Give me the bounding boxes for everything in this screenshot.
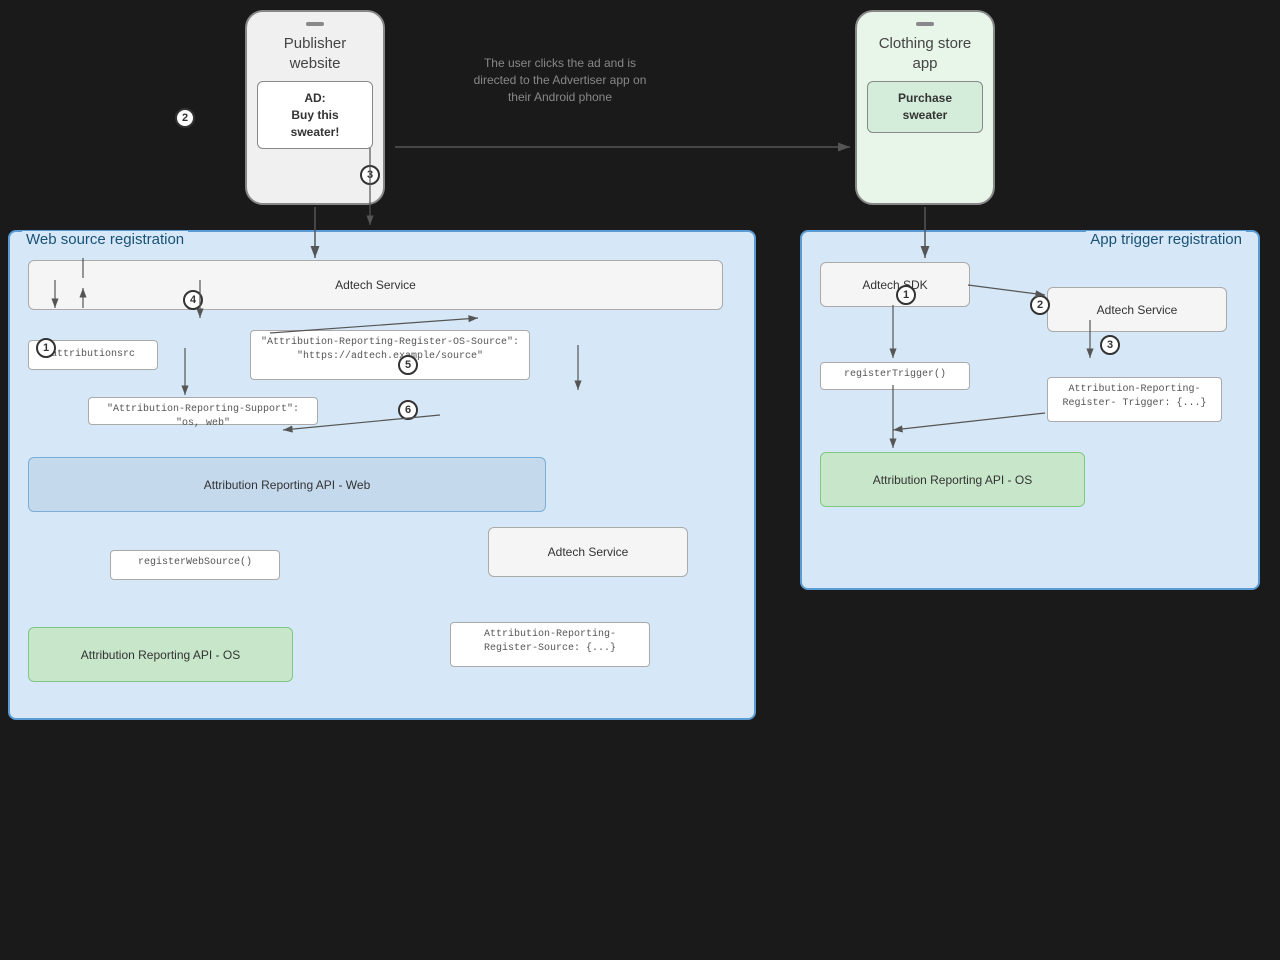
web-adtech-service-bottom: Adtech Service	[488, 527, 688, 577]
register-trigger-box: registerTrigger()	[820, 362, 970, 390]
circle-num-1-app: 1	[896, 285, 916, 305]
web-api-web-label: Attribution Reporting API - Web	[29, 478, 545, 492]
publisher-ad-box: AD: Buy this sweater!	[257, 81, 373, 149]
diagram-area: Publisher website AD: Buy this sweater! …	[0, 0, 1280, 960]
register-trigger-code-box: Attribution-Reporting-Register- Trigger:…	[1047, 377, 1222, 422]
header-code-box: "Attribution-Reporting-Register-OS-Sourc…	[250, 330, 530, 380]
web-api-os-label: Attribution Reporting API - OS	[29, 648, 292, 662]
circle-num-5-web: 5	[398, 355, 418, 375]
web-box-title: Web source registration	[22, 231, 188, 248]
publisher-phone-title: Publisher website	[257, 34, 373, 73]
app-trigger-registration-box: App trigger registration Adtech SDK regi…	[800, 230, 1260, 590]
ad-text: Buy this sweater!	[291, 108, 340, 139]
web-source-registration-box: Web source registration Adtech Service a…	[8, 230, 756, 720]
web-adtech-service-top: Adtech Service	[28, 260, 723, 310]
circle-num-2-web: 2	[175, 108, 195, 128]
clothing-phone-notch	[916, 22, 934, 26]
phone-notch	[306, 22, 324, 26]
clothing-phone-title: Clothing store app	[867, 34, 983, 73]
ad-label: AD:	[304, 91, 325, 105]
support-header-box: "Attribution-Reporting-Support": "os, we…	[88, 397, 318, 425]
register-source-code-box: Attribution-Reporting- Register-Source: …	[450, 622, 650, 667]
circle-num-4-web: 4	[183, 290, 203, 310]
purchase-sweater-text: Purchase sweater	[898, 91, 952, 122]
circle-num-2-app: 2	[1030, 295, 1050, 315]
circle-num-1-web: 1	[36, 338, 56, 358]
circle-num-3-app: 3	[1100, 335, 1120, 355]
app-box-title: App trigger registration	[1086, 231, 1246, 248]
clothing-phone: Clothing store app Purchase sweater	[855, 10, 995, 205]
circle-num-6-web: 6	[398, 400, 418, 420]
register-web-source-box: registerWebSource()	[110, 550, 280, 580]
arrow-description: The user clicks the ad and is directed t…	[470, 55, 650, 105]
app-adtech-service-box: Adtech Service	[1047, 287, 1227, 332]
web-api-web-box: Attribution Reporting API - Web	[28, 457, 546, 512]
circle-num-3-web: 3	[360, 165, 380, 185]
app-adtech-service-label: Adtech Service	[1048, 303, 1226, 317]
web-adtech-service-bottom-label: Adtech Service	[489, 545, 687, 559]
app-adtech-sdk-label: Adtech SDK	[821, 278, 969, 292]
app-api-os-box: Attribution Reporting API - OS	[820, 452, 1085, 507]
app-api-os-label: Attribution Reporting API - OS	[821, 473, 1084, 487]
web-adtech-service-top-label: Adtech Service	[29, 278, 722, 292]
app-adtech-sdk-box: Adtech SDK	[820, 262, 970, 307]
web-api-os-box: Attribution Reporting API - OS	[28, 627, 293, 682]
purchase-sweater-box: Purchase sweater	[867, 81, 983, 133]
